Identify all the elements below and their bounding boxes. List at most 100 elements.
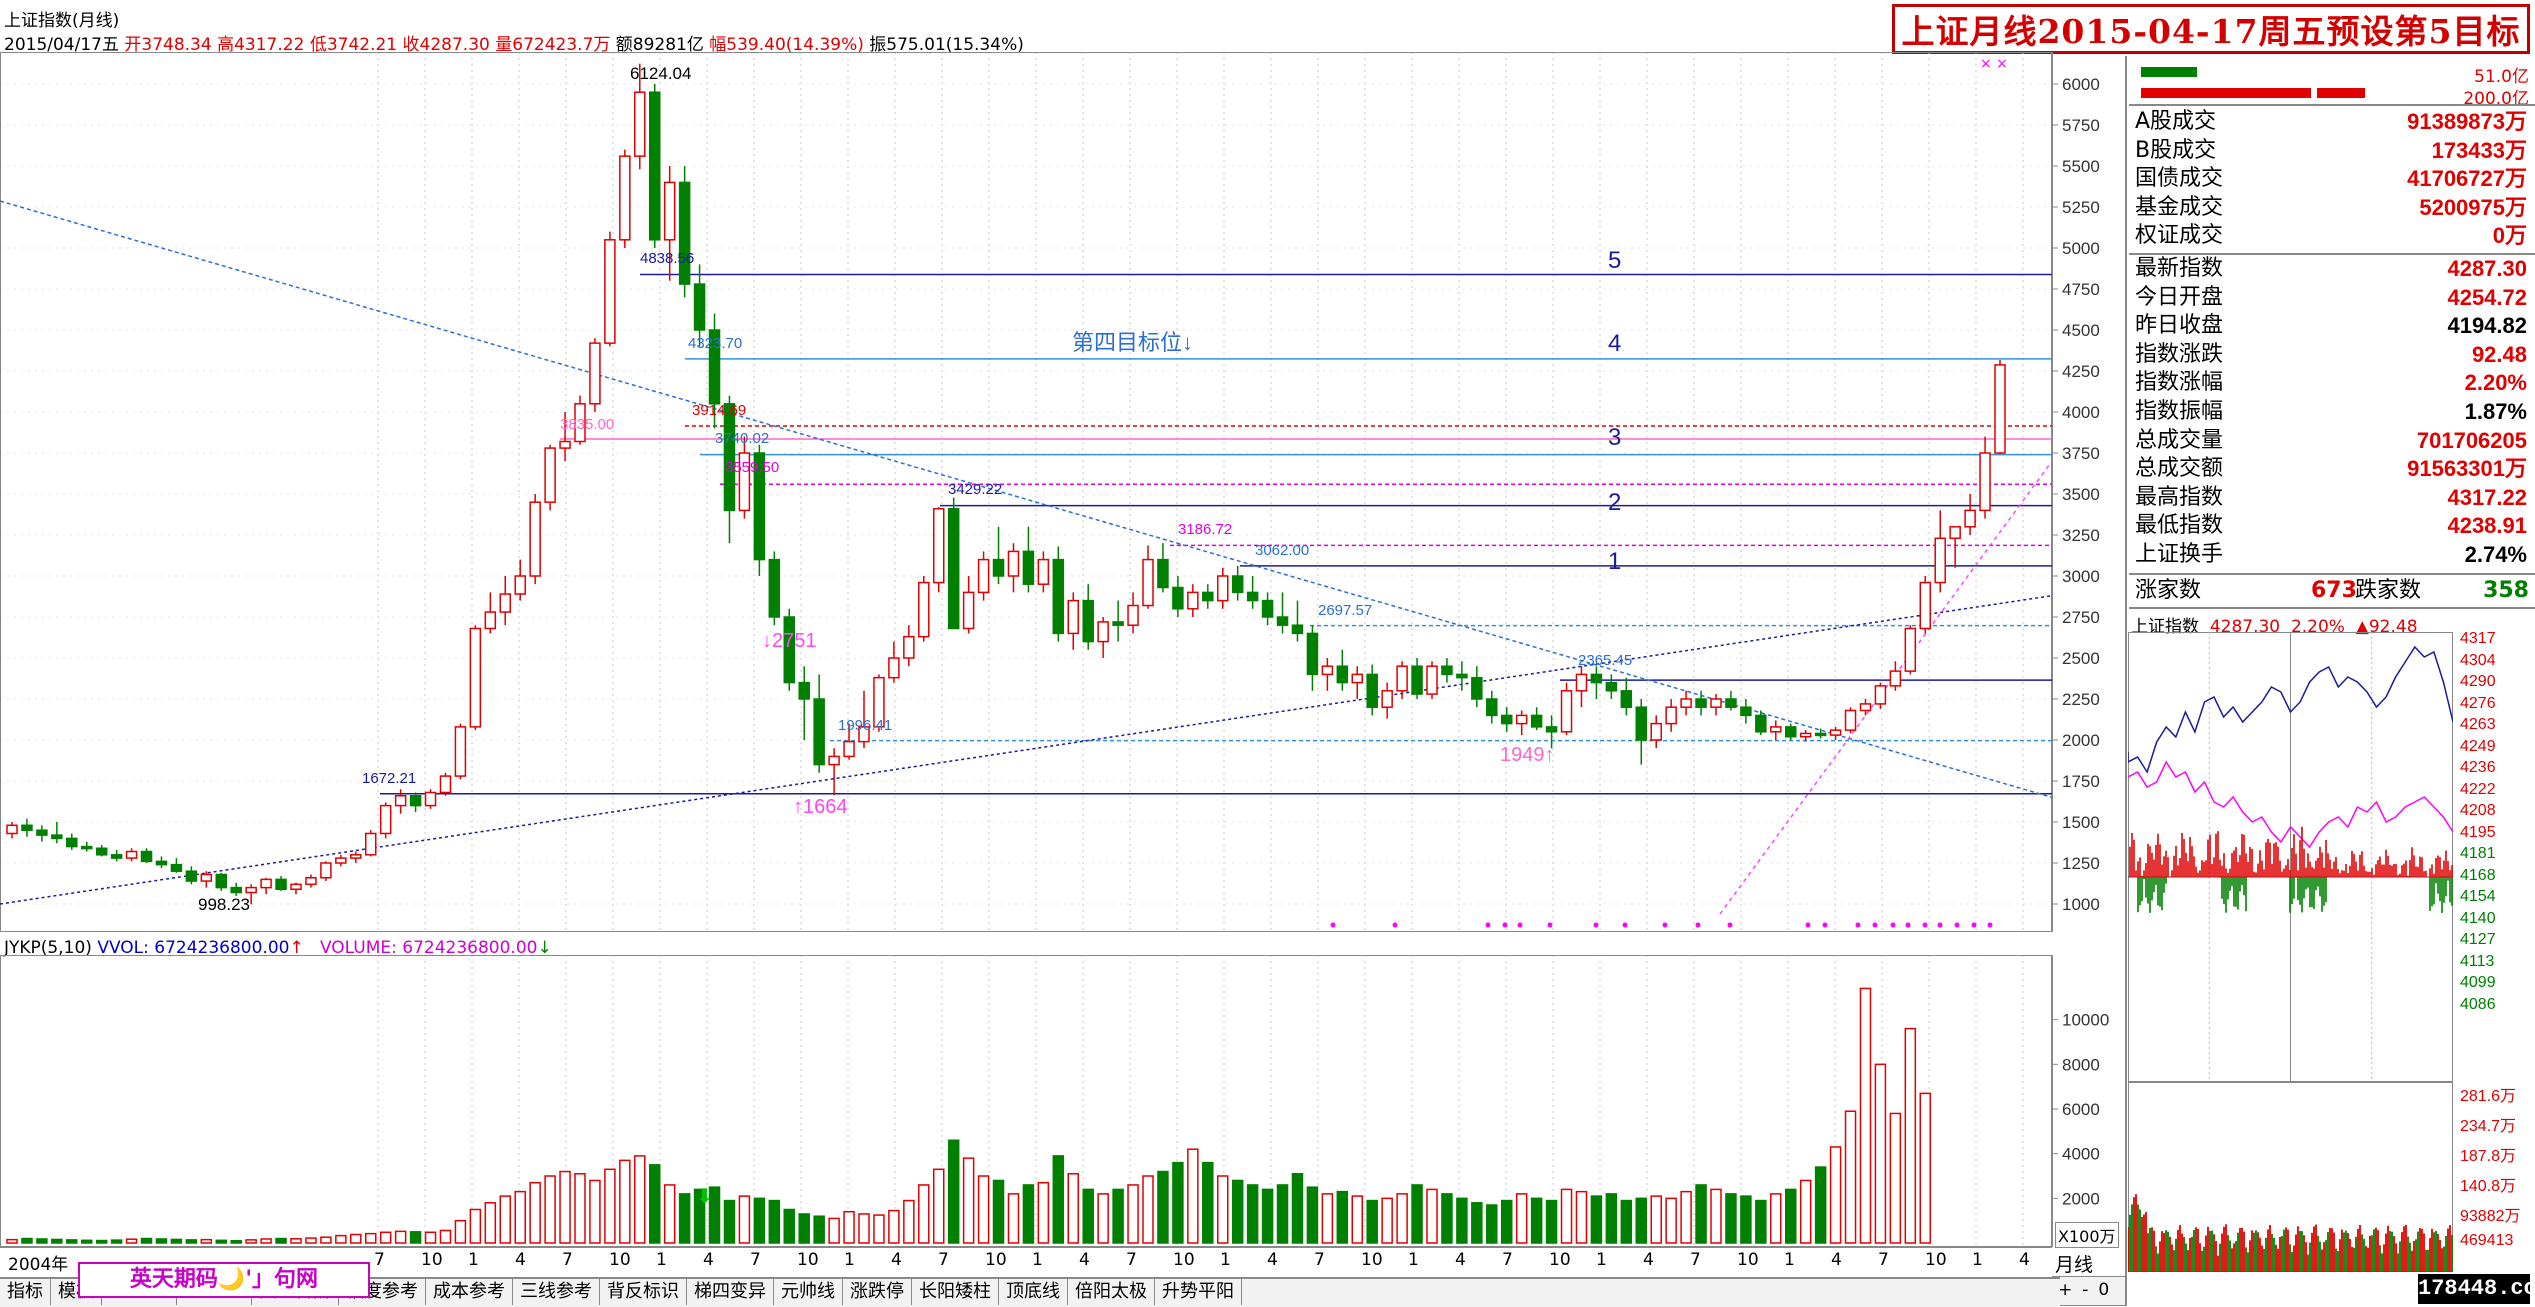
volume-bar	[1486, 1204, 1498, 1244]
candle	[1411, 658, 1423, 699]
stat-label: 指数涨跌	[2135, 341, 2224, 367]
month-tick: 1	[844, 1250, 855, 1270]
volume-bar	[364, 1232, 377, 1244]
tab-14[interactable]: 倍阳太极	[1068, 1279, 1155, 1305]
stat-row: 国债成交 41706727万	[2133, 165, 2531, 193]
candle	[932, 507, 945, 593]
candle	[320, 861, 332, 882]
volume-bar	[1007, 1193, 1020, 1244]
signal-dot	[1872, 922, 1878, 928]
volume-bar	[1231, 1179, 1244, 1244]
candle	[1515, 710, 1528, 736]
month-tick: 7	[1314, 1250, 1325, 1270]
volume-bar	[843, 1210, 855, 1244]
signal-dot	[1330, 922, 1336, 928]
candle	[275, 876, 287, 891]
tab-6[interactable]: 成本参考	[426, 1279, 513, 1305]
volume-bar	[1246, 1184, 1259, 1244]
intraday-volume-tick: 187.8万	[2460, 1148, 2517, 1165]
candle	[1814, 728, 1827, 739]
volume-bar	[1889, 1112, 1902, 1244]
volume-bar	[6, 1238, 18, 1244]
signal-dot	[1517, 922, 1523, 928]
volume-tick: 8000	[2062, 1055, 2100, 1074]
volume-bar	[1441, 1193, 1453, 1244]
price-tick: 5750	[2062, 116, 2100, 135]
stat-row: 上证换手 2.74%	[2133, 541, 2531, 569]
price-tick: 1500	[2062, 813, 2100, 832]
peak-label: 6124.04	[630, 64, 692, 83]
candle	[1321, 658, 1334, 691]
candle	[350, 851, 362, 863]
intraday-tick: 4168	[2460, 866, 2496, 884]
tab-11[interactable]: 涨跌停	[843, 1279, 912, 1305]
candle	[36, 825, 48, 842]
stat-row: 指数涨幅 2.20%	[2133, 369, 2531, 397]
stat-value: 0万	[2492, 223, 2527, 249]
price-tick: 4750	[2062, 280, 2100, 299]
zoom-out-button[interactable]: -	[2077, 1280, 2093, 1300]
intraday-volume-tick: 140.8万	[2460, 1178, 2517, 1195]
volume-unit: X100万	[2055, 1222, 2119, 1248]
month-tick: 7	[938, 1250, 949, 1270]
volume-bar	[1500, 1199, 1513, 1244]
volume-bar	[723, 1199, 736, 1244]
volume-bar	[1770, 1193, 1782, 1244]
stat-value: 1.87%	[2464, 399, 2527, 424]
volume-chart[interactable]: ⬇	[0, 955, 2052, 1247]
volume-bar	[1351, 1195, 1364, 1244]
period-label[interactable]: 月线	[2055, 1250, 2093, 1277]
tab-12[interactable]: 长阳矮柱	[912, 1279, 999, 1305]
candle	[1934, 510, 1946, 593]
intraday-tick: 4304	[2460, 651, 2496, 669]
volume-bar	[1575, 1190, 1588, 1244]
volume-bar	[1456, 1197, 1468, 1244]
tab-9[interactable]: 梯四变异	[687, 1279, 774, 1305]
candle	[947, 497, 960, 630]
zoom-controls[interactable]: + -0	[2052, 1276, 2126, 1306]
price-tick: 6000	[2062, 75, 2100, 94]
volume-bar	[589, 1179, 601, 1244]
month-tick: 7	[374, 1250, 385, 1270]
volume-bar	[1142, 1175, 1154, 1244]
volume-bar	[409, 1231, 422, 1244]
volume-bar	[1276, 1184, 1289, 1244]
tab-13[interactable]: 顶底线	[999, 1279, 1068, 1305]
stat-value: 4238.91	[2447, 513, 2527, 539]
candle	[619, 149, 631, 248]
candle	[454, 723, 467, 780]
candle	[215, 872, 228, 891]
stat-value: 701706205	[2416, 427, 2527, 453]
stat-label: 基金成交	[2135, 194, 2224, 220]
volume-bar	[290, 1238, 302, 1244]
volume-bar	[155, 1238, 168, 1244]
candle	[977, 551, 990, 601]
tab-10[interactable]: 元帅线	[774, 1279, 843, 1305]
stat-label: 上证换手	[2135, 542, 2224, 567]
volume-bar	[619, 1159, 631, 1244]
volume-bar	[350, 1233, 362, 1244]
target-num-4: 4	[1608, 330, 1622, 357]
stat-label: 最高指数	[2135, 484, 2224, 510]
signal-dot	[1392, 922, 1398, 928]
volume-bar	[170, 1238, 183, 1244]
volume-bar	[320, 1236, 332, 1244]
tab-15[interactable]: 升势平阳	[1155, 1279, 1242, 1305]
stat-row: 权证成交 0万	[2133, 222, 2531, 250]
signal-dot	[1954, 922, 1960, 928]
signal-dot	[1695, 922, 1701, 928]
candle	[1097, 617, 1109, 658]
intraday-chart[interactable]	[2128, 632, 2453, 1082]
tab-8[interactable]: 背反标识	[600, 1279, 687, 1305]
candle	[110, 849, 123, 862]
candle	[1441, 658, 1453, 683]
tab-0[interactable]: 指标	[0, 1279, 51, 1305]
stat-value: 173433万	[2431, 137, 2527, 163]
candle	[80, 841, 93, 852]
candlestick-chart[interactable]: × ×	[0, 52, 2052, 932]
tab-7[interactable]: 三线参考	[513, 1279, 600, 1305]
reset-button[interactable]: 0	[2093, 1280, 2114, 1300]
label-2365: 2365.45	[1578, 652, 1633, 669]
volume-bar	[1187, 1148, 1199, 1244]
volume-bar	[992, 1179, 1005, 1244]
